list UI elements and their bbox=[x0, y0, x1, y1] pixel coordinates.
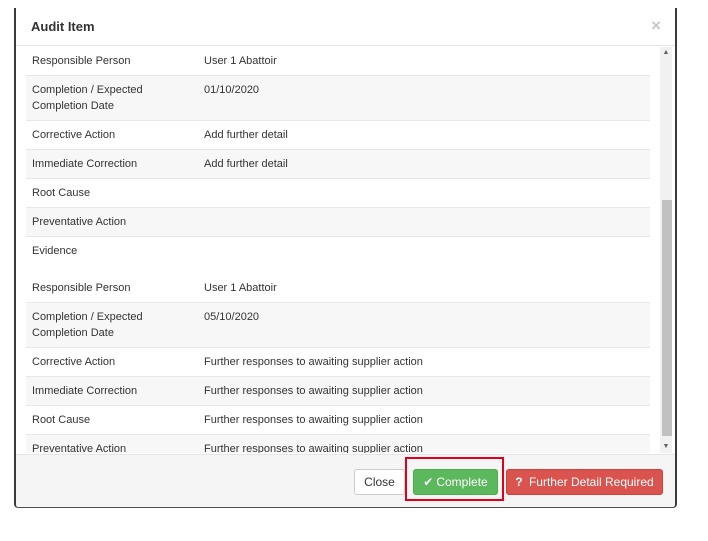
detail-row: Preventative Action bbox=[26, 207, 650, 237]
detail-row: Evidence bbox=[26, 236, 650, 265]
detail-row: Immediate Correction Further responses to… bbox=[26, 376, 650, 406]
group-divider bbox=[26, 265, 650, 274]
detail-value: Further responses to awaiting supplier a… bbox=[198, 405, 650, 435]
detail-label: Responsible Person bbox=[32, 55, 131, 67]
scroll-down-arrow-icon[interactable]: ▼ bbox=[660, 441, 672, 453]
audit-item-modal: Audit Item × Responsible Person User 1 Ab… bbox=[14, 8, 677, 508]
detail-label: Root Cause bbox=[26, 178, 198, 208]
detail-label: Responsible Person bbox=[32, 282, 131, 294]
modal-footer: Close ✔ Complete ? Further Detail Require… bbox=[16, 454, 675, 507]
detail-value bbox=[198, 178, 650, 208]
detail-value: Further responses to awaiting supplier a… bbox=[198, 434, 650, 453]
detail-row: Preventative Action Further responses to … bbox=[26, 434, 650, 453]
further-detail-button-label: Further Detail Required bbox=[528, 475, 654, 489]
detail-label: Completion / Expected Completion Date bbox=[26, 75, 198, 121]
scroll-up-arrow-icon[interactable]: ▲ bbox=[660, 47, 672, 59]
detail-row: Corrective Action Add further detail bbox=[26, 120, 650, 150]
detail-label: Immediate Correction bbox=[26, 149, 198, 179]
detail-value: Further responses to awaiting supplier a… bbox=[198, 347, 650, 377]
detail-row: Immediate Correction Add further detail bbox=[26, 149, 650, 179]
detail-row: Completion / Expected Completion Date 05/… bbox=[26, 302, 650, 348]
modal-body[interactable]: Responsible Person User 1 Abattoir Complet… bbox=[16, 47, 675, 453]
complete-highlight-box bbox=[405, 457, 504, 501]
detail-row: Responsible Person User 1 Abattoir bbox=[26, 274, 650, 303]
modal-title: Audit Item bbox=[31, 19, 95, 34]
modal-header: Audit Item × bbox=[16, 8, 675, 46]
detail-value bbox=[198, 236, 650, 265]
detail-label: Corrective Action bbox=[26, 120, 198, 150]
detail-label: Root Cause bbox=[26, 405, 198, 435]
further-detail-required-button[interactable]: ? Further Detail Required bbox=[506, 469, 663, 495]
detail-list: Responsible Person User 1 Abattoir Complet… bbox=[26, 47, 650, 453]
detail-row: Root Cause bbox=[26, 178, 650, 208]
scrollbar-thumb[interactable] bbox=[662, 200, 672, 436]
detail-label: Preventative Action bbox=[26, 207, 198, 237]
detail-label: Corrective Action bbox=[26, 347, 198, 377]
detail-value bbox=[198, 207, 650, 237]
detail-value: 05/10/2020 bbox=[198, 302, 650, 348]
detail-value: Add further detail bbox=[198, 149, 650, 179]
detail-label: Completion / Expected Completion Date bbox=[26, 302, 198, 348]
detail-value: Further responses to awaiting supplier a… bbox=[198, 376, 650, 406]
detail-row: Responsible Person User 1 Abattoir bbox=[26, 47, 650, 76]
detail-value: Add further detail bbox=[198, 120, 650, 150]
detail-value: User 1 Abattoir bbox=[204, 55, 277, 67]
vertical-scrollbar[interactable]: ▲ ▼ bbox=[660, 47, 672, 453]
close-button[interactable]: Close bbox=[354, 469, 405, 495]
question-icon: ? bbox=[515, 475, 523, 489]
detail-row: Corrective Action Further responses to aw… bbox=[26, 347, 650, 377]
detail-value: User 1 Abattoir bbox=[204, 282, 277, 294]
detail-label: Preventative Action bbox=[26, 434, 198, 453]
group-2-table: Responsible Person User 1 Abattoir Complet… bbox=[26, 274, 650, 453]
detail-value: 01/10/2020 bbox=[198, 75, 650, 121]
detail-row: Root Cause Further responses to awaiting … bbox=[26, 405, 650, 435]
detail-label: Evidence bbox=[26, 236, 198, 265]
detail-label: Immediate Correction bbox=[26, 376, 198, 406]
group-1-table: Responsible Person User 1 Abattoir Complet… bbox=[26, 47, 650, 265]
detail-row: Completion / Expected Completion Date 01/… bbox=[26, 75, 650, 121]
close-icon[interactable]: × bbox=[651, 17, 661, 34]
